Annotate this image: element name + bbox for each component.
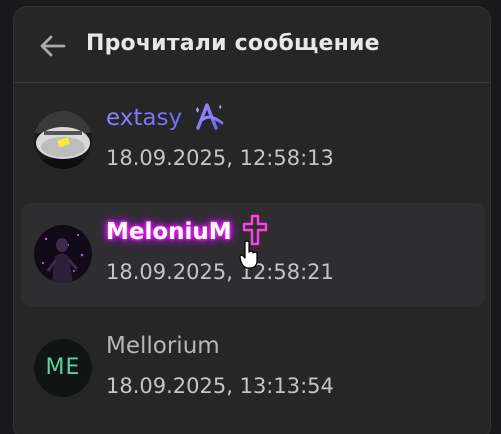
avatar xyxy=(34,111,92,169)
avatar: ME xyxy=(34,339,92,397)
reader-row-extasy[interactable]: extasy 18.09.2025, 12:58:13 xyxy=(21,89,485,193)
read-receipts-popup: Прочитали сообщение extasy 18.09.2025, 1… xyxy=(13,6,491,434)
reader-row-melonium[interactable]: MeloniuM 18.09.2025, 12:58:21 xyxy=(21,203,485,307)
reader-name: extasy xyxy=(106,105,183,131)
cross-icon xyxy=(242,214,268,250)
read-timestamp: 18.09.2025, 12:58:13 xyxy=(106,146,334,170)
screen: Прочитали сообщение extasy 18.09.2025, 1… xyxy=(0,0,501,434)
reader-name: Mellorium xyxy=(106,333,220,359)
back-button[interactable] xyxy=(36,29,70,63)
popup-title: Прочитали сообщение xyxy=(86,31,380,56)
arrow-left-icon xyxy=(40,35,66,57)
sparkle-a-icon xyxy=(192,101,226,135)
read-timestamp: 18.09.2025, 13:13:54 xyxy=(106,374,334,398)
avatar-initials: ME xyxy=(34,339,92,397)
reader-row-mellorium[interactable]: ME Mellorium 18.09.2025, 13:13:54 xyxy=(21,317,485,421)
popup-header: Прочитали сообщение xyxy=(14,7,490,83)
reader-name: MeloniuM xyxy=(106,219,232,245)
avatar xyxy=(34,225,92,283)
read-timestamp: 18.09.2025, 12:58:21 xyxy=(106,260,334,284)
